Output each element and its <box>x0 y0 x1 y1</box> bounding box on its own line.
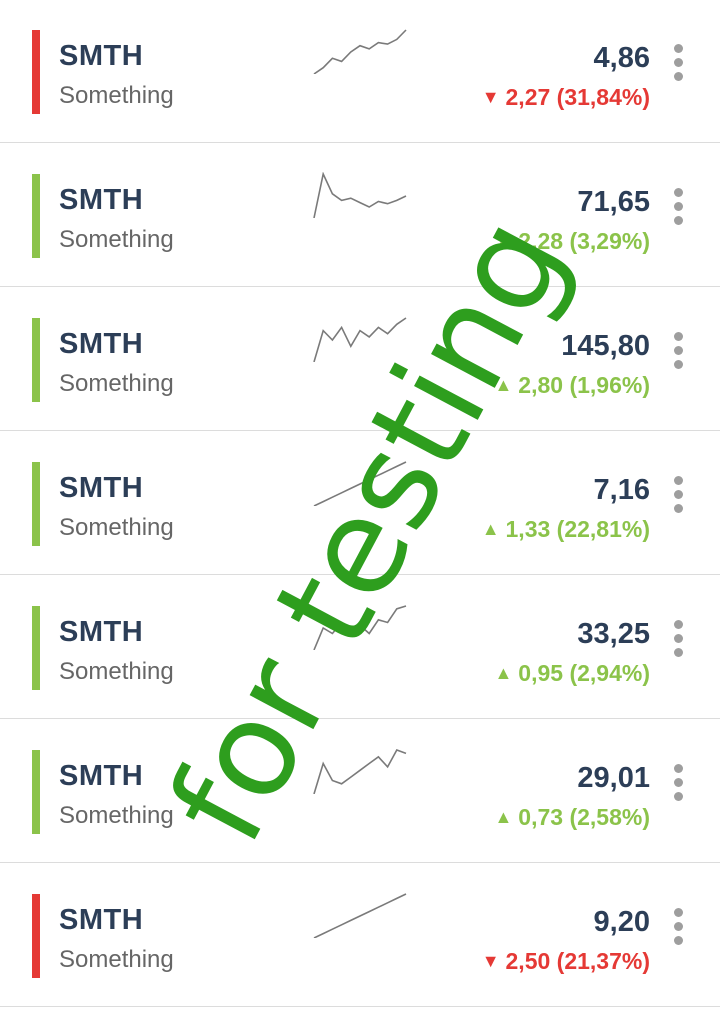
price-change: ▲ 1,33 (22,81%) <box>482 516 650 543</box>
stock-row[interactable]: SMTH Something 71,65 ▲ 2,28 (3,29%) <box>0 144 720 287</box>
arrow-down-icon: ▼ <box>481 951 500 971</box>
stock-name: Something <box>59 946 174 973</box>
more-options-icon[interactable] <box>664 332 694 372</box>
stock-name: Something <box>59 370 174 397</box>
sparkline-chart <box>313 317 407 362</box>
arrow-up-icon: ▲ <box>494 375 513 395</box>
more-options-icon[interactable] <box>664 620 694 660</box>
menu-dot <box>674 648 683 657</box>
menu-dot <box>674 792 683 801</box>
menu-dot <box>674 360 683 369</box>
sparkline-chart <box>313 29 407 74</box>
price-change-value: 0,73 (2,58%) <box>518 804 650 830</box>
menu-dot <box>674 490 683 499</box>
menu-dot <box>674 346 683 355</box>
more-options-icon[interactable] <box>664 188 694 228</box>
menu-dot <box>674 332 683 341</box>
menu-dot <box>674 936 683 945</box>
stock-row[interactable]: SMTH Something 7,16 ▲ 1,33 (22,81%) <box>0 432 720 575</box>
arrow-up-icon: ▲ <box>494 807 513 827</box>
sparkline-path <box>313 461 407 506</box>
stock-name: Something <box>59 82 174 109</box>
menu-dot <box>674 908 683 917</box>
trend-indicator-bar <box>32 462 40 546</box>
menu-dot <box>674 72 683 81</box>
stock-price: 29,01 <box>577 762 650 794</box>
more-options-icon[interactable] <box>664 764 694 804</box>
more-options-icon[interactable] <box>664 476 694 516</box>
price-change: ▼ 2,27 (31,84%) <box>482 84 650 111</box>
sparkline-chart <box>313 749 407 794</box>
price-change: ▲ 2,28 (3,29%) <box>494 228 650 255</box>
menu-dot <box>674 188 683 197</box>
arrow-up-icon: ▲ <box>494 231 513 251</box>
menu-dot <box>674 58 683 67</box>
stock-row[interactable]: SMTH Something 29,01 ▲ 0,73 (2,58%) <box>0 720 720 863</box>
price-change: ▲ 0,73 (2,58%) <box>494 804 650 831</box>
stock-price: 71,65 <box>577 186 650 218</box>
arrow-up-icon: ▲ <box>494 663 513 683</box>
trend-indicator-bar <box>32 174 40 258</box>
menu-dot <box>674 764 683 773</box>
price-change-value: 2,27 (31,84%) <box>505 84 650 110</box>
menu-dot <box>674 634 683 643</box>
menu-dot <box>674 504 683 513</box>
stock-row[interactable]: SMTH Something 9,20 ▼ 2,50 (21,37%) <box>0 864 720 1007</box>
price-change: ▲ 2,80 (1,96%) <box>494 372 650 399</box>
sparkline-chart <box>313 461 407 506</box>
watchlist: SMTH Something 4,86 ▼ 2,27 (31,84%) SMTH Somet… <box>0 0 720 1022</box>
sparkline-chart <box>313 605 407 650</box>
menu-dot <box>674 476 683 485</box>
stock-name: Something <box>59 802 174 829</box>
stock-symbol: SMTH <box>59 472 144 504</box>
menu-dot <box>674 202 683 211</box>
trend-indicator-bar <box>32 894 40 978</box>
sparkline-path <box>313 172 407 218</box>
price-change-value: 2,50 (21,37%) <box>505 948 650 974</box>
stock-name: Something <box>59 514 174 541</box>
trend-indicator-bar <box>32 318 40 402</box>
price-change-value: 0,95 (2,94%) <box>518 660 650 686</box>
sparkline-path <box>313 893 407 938</box>
stock-price: 145,80 <box>561 330 650 362</box>
stock-symbol: SMTH <box>59 184 144 216</box>
sparkline-path <box>313 317 407 362</box>
price-change-value: 2,28 (3,29%) <box>518 228 650 254</box>
stock-row[interactable]: SMTH Something 145,80 ▲ 2,80 (1,96%) <box>0 288 720 431</box>
more-options-icon[interactable] <box>664 908 694 948</box>
stock-symbol: SMTH <box>59 328 144 360</box>
arrow-down-icon: ▼ <box>481 87 500 107</box>
sparkline-path <box>313 605 407 650</box>
menu-dot <box>674 620 683 629</box>
stock-symbol: SMTH <box>59 616 144 648</box>
menu-dot <box>674 922 683 931</box>
stock-symbol: SMTH <box>59 904 144 936</box>
price-change-value: 1,33 (22,81%) <box>505 516 650 542</box>
arrow-up-icon: ▲ <box>481 519 500 539</box>
stock-symbol: SMTH <box>59 40 144 72</box>
stock-price: 7,16 <box>593 474 650 506</box>
menu-dot <box>674 44 683 53</box>
stock-price: 9,20 <box>593 906 650 938</box>
stock-row[interactable]: SMTH Something 4,86 ▼ 2,27 (31,84%) <box>0 0 720 143</box>
trend-indicator-bar <box>32 30 40 114</box>
sparkline-path <box>313 749 407 794</box>
sparkline-chart <box>313 893 407 938</box>
stock-price: 4,86 <box>593 42 650 74</box>
more-options-icon[interactable] <box>664 44 694 84</box>
menu-dot <box>674 216 683 225</box>
trend-indicator-bar <box>32 606 40 690</box>
stock-symbol: SMTH <box>59 760 144 792</box>
stock-price: 33,25 <box>577 618 650 650</box>
stock-name: Something <box>59 226 174 253</box>
price-change: ▼ 2,50 (21,37%) <box>482 948 650 975</box>
stock-name: Something <box>59 658 174 685</box>
stock-row[interactable]: SMTH Something 33,25 ▲ 0,95 (2,94%) <box>0 576 720 719</box>
price-change-value: 2,80 (1,96%) <box>518 372 650 398</box>
trend-indicator-bar <box>32 750 40 834</box>
price-change: ▲ 0,95 (2,94%) <box>494 660 650 687</box>
sparkline-chart <box>313 172 407 218</box>
menu-dot <box>674 778 683 787</box>
sparkline-path <box>313 29 407 74</box>
